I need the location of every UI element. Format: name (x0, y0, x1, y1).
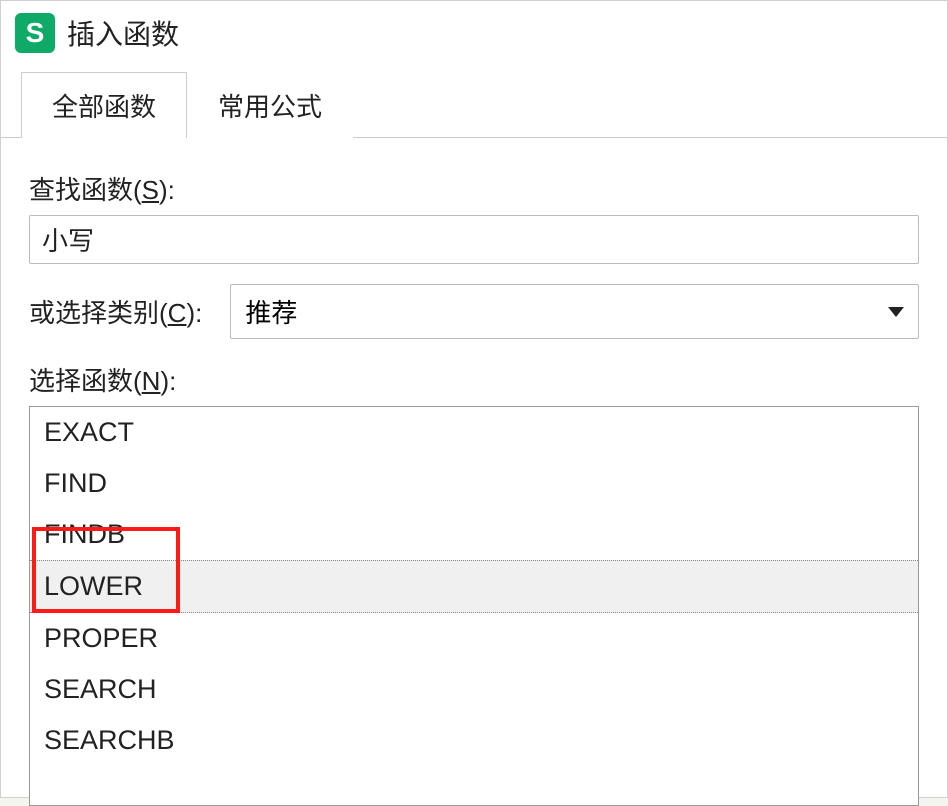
functions-label-suffix: ): (160, 366, 176, 396)
tab-common-formulas[interactable]: 常用公式 (187, 72, 353, 138)
category-label: 或选择类别(C): (29, 293, 202, 330)
functions-label-hotkey: N (142, 366, 161, 396)
category-selected-value: 推荐 (245, 293, 297, 330)
search-label-hotkey: S (142, 175, 159, 205)
tabbar: 全部函数 常用公式 (1, 71, 947, 138)
functions-label: 选择函数(N): (29, 361, 919, 398)
list-item[interactable]: PROPER (30, 613, 918, 664)
tab-all-functions[interactable]: 全部函数 (21, 72, 187, 138)
list-item[interactable]: FINDB (30, 509, 918, 560)
list-item-selected[interactable]: LOWER (30, 560, 918, 613)
list-item[interactable]: EXACT (30, 407, 918, 458)
dialog-window: S 插入函数 全部函数 常用公式 查找函数(S): 或选择类别(C): 推荐 选… (0, 0, 948, 798)
category-label-prefix: 或选择类别( (29, 298, 168, 328)
category-select[interactable]: 推荐 (230, 284, 919, 339)
category-label-suffix: ): (186, 298, 202, 328)
list-item[interactable]: FIND (30, 458, 918, 509)
chevron-down-icon (888, 307, 904, 317)
titlebar: S 插入函数 (1, 1, 947, 61)
list-item[interactable]: SEARCHB (30, 715, 918, 766)
app-icon: S (15, 13, 55, 53)
category-label-hotkey: C (168, 298, 187, 328)
search-input[interactable] (29, 215, 919, 264)
window-title: 插入函数 (67, 13, 179, 53)
search-label: 查找函数(S): (29, 170, 919, 207)
dialog-content: 查找函数(S): 或选择类别(C): 推荐 选择函数(N): EXACT FIN… (1, 138, 947, 806)
search-label-prefix: 查找函数( (29, 175, 142, 205)
functions-label-prefix: 选择函数( (29, 366, 142, 396)
category-select-wrap: 推荐 (230, 284, 919, 339)
search-label-suffix: ): (159, 175, 175, 205)
category-row: 或选择类别(C): 推荐 (29, 284, 919, 339)
list-item[interactable]: SEARCH (30, 664, 918, 715)
function-listbox[interactable]: EXACT FIND FINDB LOWER PROPER SEARCH SEA… (29, 406, 919, 806)
